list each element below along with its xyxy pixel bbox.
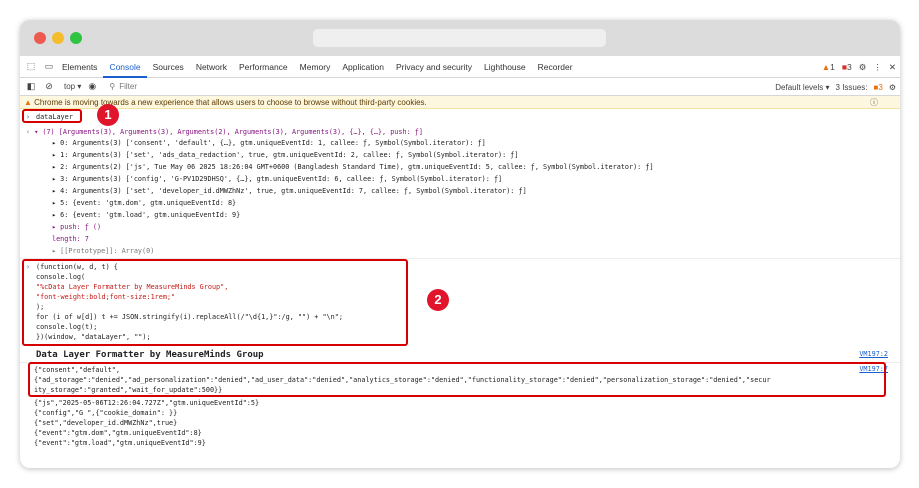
gear-icon[interactable]: ⚙ <box>859 62 867 73</box>
devtools-window: ⬚ ▭ Elements Console Sources Network Per… <box>20 20 900 468</box>
sidebar-toggle-icon[interactable]: ◧ <box>24 81 38 92</box>
tab-performance[interactable]: Performance <box>233 56 294 78</box>
warning-icon: ▲ <box>821 62 831 72</box>
devtools-tabbar: ⬚ ▭ Elements Console Sources Network Per… <box>20 56 900 78</box>
clear-console-icon[interactable]: ⊘ <box>42 81 56 92</box>
tab-recorder[interactable]: Recorder <box>532 56 579 78</box>
console-settings-icon[interactable]: ⚙ <box>889 83 896 92</box>
list-item[interactable]: ▸ 3: Arguments(3) ['config', 'G-PV1D29DH… <box>20 174 900 184</box>
device-toolbar-icon[interactable]: ▭ <box>42 61 56 72</box>
minimize-window-button[interactable] <box>52 32 64 44</box>
warning-count[interactable]: ▲1 <box>822 62 835 72</box>
tab-network[interactable]: Network <box>190 56 233 78</box>
highlight-box-1 <box>22 109 82 123</box>
error-count[interactable]: ■3 <box>842 62 852 72</box>
more-menu-icon[interactable]: ⋮ <box>873 62 882 73</box>
console-command-datalayer: › dataLayer <box>26 113 73 121</box>
tab-application[interactable]: Application <box>336 56 390 78</box>
tab-elements[interactable]: Elements <box>56 56 103 78</box>
browser-titlebar <box>20 20 900 56</box>
console-output: ▲ Chrome is moving towards a new experie… <box>20 96 900 468</box>
warning-icon: ▲ <box>24 98 35 107</box>
third-party-cookie-warning: ▲ Chrome is moving towards a new experie… <box>20 96 900 109</box>
issues-badge[interactable]: ■3 <box>874 83 883 92</box>
close-window-button[interactable] <box>34 32 46 44</box>
output-line: {"set","developer_id.dMWZhNz",true} <box>34 419 178 427</box>
close-icon[interactable]: ✕ <box>889 62 896 73</box>
filter-icon: ⚲ <box>109 82 116 91</box>
output-line: {"js","2025-05-06T12:26:04.727Z","gtm.un… <box>34 399 260 407</box>
info-icon[interactable]: ⓘ <box>870 96 878 108</box>
list-item[interactable]: ▸ 4: Arguments(3) ['set', 'developer_id.… <box>20 186 900 196</box>
formatter-title: Data Layer Formatter by MeasureMinds Gro… <box>36 350 264 360</box>
address-bar[interactable] <box>313 29 606 47</box>
list-item[interactable]: ▸ [[Prototype]]: Array(0) <box>20 246 900 256</box>
log-levels-dropdown[interactable]: Default levels ▾ <box>775 83 829 92</box>
filter-input[interactable]: ⚲ Filter <box>109 82 589 91</box>
list-item: length: 7 <box>52 235 89 243</box>
result-arrow-icon: ‹ <box>26 128 35 136</box>
console-toolbar: ◧ ⊘ top ▾ ◉ ⚲ Filter Default levels ▾ 3 … <box>20 78 900 96</box>
highlight-box-2 <box>22 259 408 346</box>
inspect-element-icon[interactable]: ⬚ <box>24 61 38 72</box>
highlight-box-3 <box>28 362 886 397</box>
eye-icon[interactable]: ◉ <box>85 81 99 92</box>
tab-memory[interactable]: Memory <box>294 56 337 78</box>
list-item[interactable]: ▸ 6: {event: 'gtm.load', gtm.uniqueEvent… <box>20 210 900 220</box>
toolbar-right: Default levels ▾ 3 Issues: ■3 ⚙ <box>775 78 896 96</box>
output-line: {"event":"gtm.load","gtm.uniqueEventId":… <box>34 439 206 447</box>
list-item[interactable]: ▸ 2: Arguments(2) ['js', Tue May 06 2025… <box>20 162 900 172</box>
tab-console[interactable]: Console <box>103 56 147 78</box>
tab-privacy-security[interactable]: Privacy and security <box>390 56 478 78</box>
step-marker-2: 2 <box>427 289 449 311</box>
array-summary[interactable]: ‹ ▾ (7) [Arguments(3), Arguments(3), Arg… <box>20 127 900 137</box>
list-item[interactable]: ▸ 0: Arguments(3) ['consent', 'default',… <box>20 138 900 148</box>
context-selector[interactable]: top ▾ <box>64 82 81 91</box>
output-line: {"event":"gtm.dom","gtm.uniqueEventId":8… <box>34 429 202 437</box>
list-item[interactable]: ▸ push: ƒ () <box>20 222 900 232</box>
devtools-status: ▲1 ■3 ⚙ ⋮ ✕ <box>822 56 896 78</box>
tab-sources[interactable]: Sources <box>147 56 190 78</box>
tab-lighthouse[interactable]: Lighthouse <box>478 56 532 78</box>
output-line: {"config","G ",{"cookie_domain": }} <box>34 409 178 417</box>
issues-label[interactable]: 3 Issues: <box>836 83 868 92</box>
maximize-window-button[interactable] <box>70 32 82 44</box>
source-link[interactable]: VM197:2 <box>859 350 888 358</box>
list-item[interactable]: ▸ 5: {event: 'gtm.dom', gtm.uniqueEventI… <box>20 198 900 208</box>
step-marker-1: 1 <box>97 104 119 126</box>
list-item[interactable]: ▸ 1: Arguments(3) ['set', 'ads_data_reda… <box>20 150 900 160</box>
